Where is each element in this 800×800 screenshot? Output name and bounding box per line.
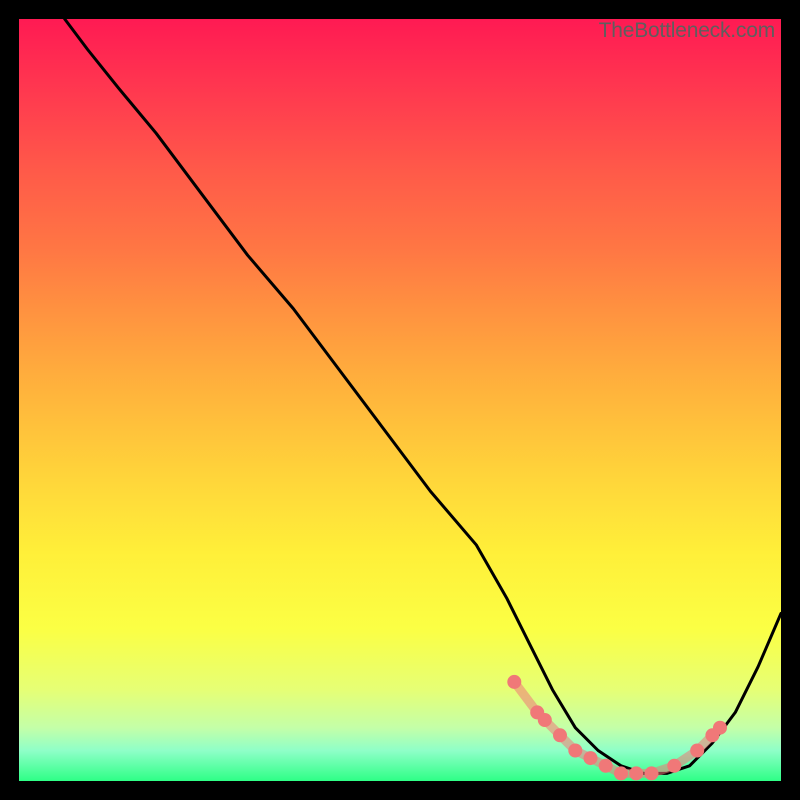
- highlight-dot: [507, 675, 521, 689]
- highlight-dot: [629, 766, 643, 780]
- highlight-dot: [599, 759, 613, 773]
- highlight-dot: [530, 705, 544, 719]
- highlight-dot: [667, 759, 681, 773]
- highlight-dot: [713, 721, 727, 735]
- highlight-segment: [514, 682, 720, 774]
- highlight-dot: [538, 713, 552, 727]
- highlight-dot: [584, 751, 598, 765]
- bottleneck-curve: [65, 19, 781, 773]
- plot-area: TheBottleneck.com: [19, 19, 781, 781]
- watermark-text: TheBottleneck.com: [599, 19, 775, 43]
- highlight-dot: [553, 728, 567, 742]
- highlight-dot: [705, 728, 719, 742]
- chart-svg: [19, 19, 781, 781]
- chart-frame: TheBottleneck.com: [0, 0, 800, 800]
- highlight-dot: [645, 766, 659, 780]
- highlight-dot: [690, 744, 704, 758]
- highlight-dot: [614, 766, 628, 780]
- highlight-dot: [568, 744, 582, 758]
